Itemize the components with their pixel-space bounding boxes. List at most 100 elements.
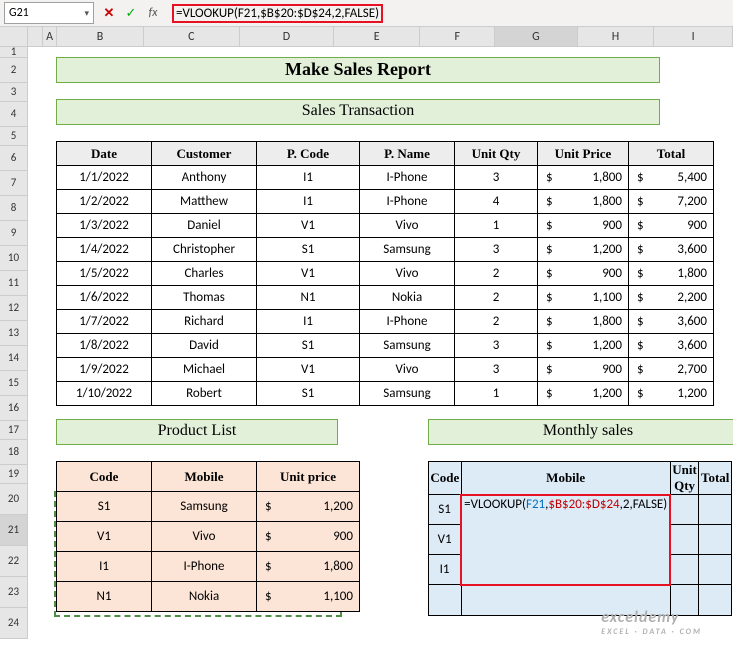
table-cell[interactable]: 2 (455, 262, 538, 286)
table-cell[interactable]: V1 (429, 525, 462, 555)
row-header-19[interactable]: 19 (0, 465, 28, 484)
table-cell[interactable]: Vivo (152, 522, 257, 552)
table-header[interactable]: P. Name (360, 142, 455, 166)
name-box[interactable]: G21 ▾ (4, 2, 94, 24)
table-cell[interactable]: $3,600 (629, 238, 714, 262)
row-header-21[interactable]: 21 (0, 515, 28, 546)
table-cell[interactable]: V1 (57, 522, 152, 552)
table-cell[interactable]: $1,100 (257, 582, 360, 612)
col-header-H[interactable]: H (578, 27, 655, 47)
table-cell[interactable]: $2,700 (629, 358, 714, 382)
table-cell[interactable]: 1/3/2022 (57, 214, 152, 238)
table-cell[interactable] (699, 555, 732, 585)
table-header[interactable]: P. Code (257, 142, 360, 166)
row-header-24[interactable]: 24 (0, 608, 28, 639)
table-header[interactable]: Code (57, 462, 152, 492)
row-header-23[interactable]: 23 (0, 577, 28, 608)
table-cell[interactable]: Vivo (360, 358, 455, 382)
row-header-11[interactable]: 11 (0, 271, 28, 296)
table-cell[interactable]: 1/2/2022 (57, 190, 152, 214)
table-header[interactable]: Date (57, 142, 152, 166)
table-cell[interactable]: $3,600 (629, 334, 714, 358)
row-header-7[interactable]: 7 (0, 171, 28, 196)
table-cell[interactable]: $1,800 (257, 552, 360, 582)
table-cell[interactable]: I-Phone (360, 166, 455, 190)
table-cell[interactable]: $900 (629, 214, 714, 238)
table-cell[interactable]: S1 (257, 382, 360, 406)
table-cell[interactable]: V1 (257, 262, 360, 286)
table-cell[interactable]: V1 (257, 358, 360, 382)
table-cell[interactable] (699, 495, 732, 525)
table-cell[interactable]: N1 (57, 582, 152, 612)
cancel-icon[interactable]: ✕ (102, 6, 116, 21)
row-header-4[interactable]: 4 (0, 102, 28, 127)
col-header-A[interactable]: A (43, 27, 58, 47)
table-cell[interactable]: Vivo (360, 214, 455, 238)
col-header-D[interactable]: D (240, 27, 334, 47)
table-cell[interactable]: $900 (257, 522, 360, 552)
table-cell[interactable]: 1 (455, 214, 538, 238)
table-cell[interactable]: Anthony (152, 166, 257, 190)
table-cell[interactable]: I-Phone (152, 552, 257, 582)
table-cell[interactable]: S1 (257, 238, 360, 262)
row-header-14[interactable]: 14 (0, 346, 28, 371)
table-cell[interactable]: 1/5/2022 (57, 262, 152, 286)
table-cell[interactable] (429, 585, 462, 616)
table-cell[interactable]: $900 (538, 262, 629, 286)
table-cell[interactable] (670, 495, 699, 525)
formula-bar[interactable]: =VLOOKUP(F21,$B$20:$D$24,2,FALSE) (168, 3, 733, 23)
table-cell[interactable]: Nokia (360, 286, 455, 310)
table-cell[interactable]: Samsung (360, 382, 455, 406)
table-cell[interactable]: I1 (429, 555, 462, 585)
table-cell[interactable]: $1,800 (538, 190, 629, 214)
table-cell[interactable]: S1 (257, 334, 360, 358)
col-header-F[interactable]: F (420, 27, 495, 47)
table-cell[interactable]: Daniel (152, 214, 257, 238)
row-header-13[interactable]: 13 (0, 321, 28, 346)
editing-cell[interactable]: =VLOOKUP(F21,$B$20:$D$24,2,FALSE) (461, 495, 670, 585)
col-header-G[interactable]: G (495, 27, 578, 47)
table-cell[interactable]: $2,200 (629, 286, 714, 310)
table-cell[interactable]: N1 (257, 286, 360, 310)
row-header-8[interactable]: 8 (0, 196, 28, 221)
cells-area[interactable]: Make Sales Report Sales Transaction Date… (28, 47, 732, 645)
table-cell[interactable]: Charles (152, 262, 257, 286)
table-cell[interactable]: Nokia (152, 582, 257, 612)
table-header[interactable]: Code (429, 462, 462, 495)
table-cell[interactable]: 3 (455, 358, 538, 382)
table-cell[interactable]: Robert (152, 382, 257, 406)
table-cell[interactable]: $3,600 (629, 310, 714, 334)
table-header[interactable]: Total (629, 142, 714, 166)
table-cell[interactable] (670, 525, 699, 555)
col-header-C[interactable]: C (144, 27, 240, 47)
table-header[interactable]: Unit price (257, 462, 360, 492)
col-header-B[interactable]: B (57, 27, 143, 47)
col-header-I[interactable]: I (654, 27, 733, 47)
col-header-E[interactable]: E (334, 27, 420, 47)
table-cell[interactable] (670, 555, 699, 585)
table-cell[interactable]: Michael (152, 358, 257, 382)
row-header-2[interactable]: 2 (0, 58, 28, 83)
table-header[interactable]: Total (699, 462, 732, 495)
table-cell[interactable]: $1,200 (538, 382, 629, 406)
table-cell[interactable]: Matthew (152, 190, 257, 214)
table-cell[interactable]: I1 (257, 166, 360, 190)
table-cell[interactable]: I1 (57, 552, 152, 582)
table-cell[interactable]: $5,400 (629, 166, 714, 190)
table-cell[interactable]: Vivo (360, 262, 455, 286)
table-cell[interactable]: $1,200 (257, 492, 360, 522)
table-cell[interactable]: 3 (455, 166, 538, 190)
row-header-18[interactable]: 18 (0, 440, 28, 465)
table-cell[interactable]: 1/8/2022 (57, 334, 152, 358)
table-cell[interactable]: 4 (455, 190, 538, 214)
table-cell[interactable]: I1 (257, 310, 360, 334)
table-cell[interactable]: 2 (455, 310, 538, 334)
table-cell[interactable]: $7,200 (629, 190, 714, 214)
row-header-22[interactable]: 22 (0, 546, 28, 577)
chevron-down-icon[interactable]: ▾ (84, 8, 89, 19)
table-cell[interactable]: I-Phone (360, 310, 455, 334)
table-header[interactable]: Unit Qty (670, 462, 699, 495)
table-cell[interactable] (699, 585, 732, 616)
table-cell[interactable]: $1,800 (538, 310, 629, 334)
table-cell[interactable]: I-Phone (360, 190, 455, 214)
